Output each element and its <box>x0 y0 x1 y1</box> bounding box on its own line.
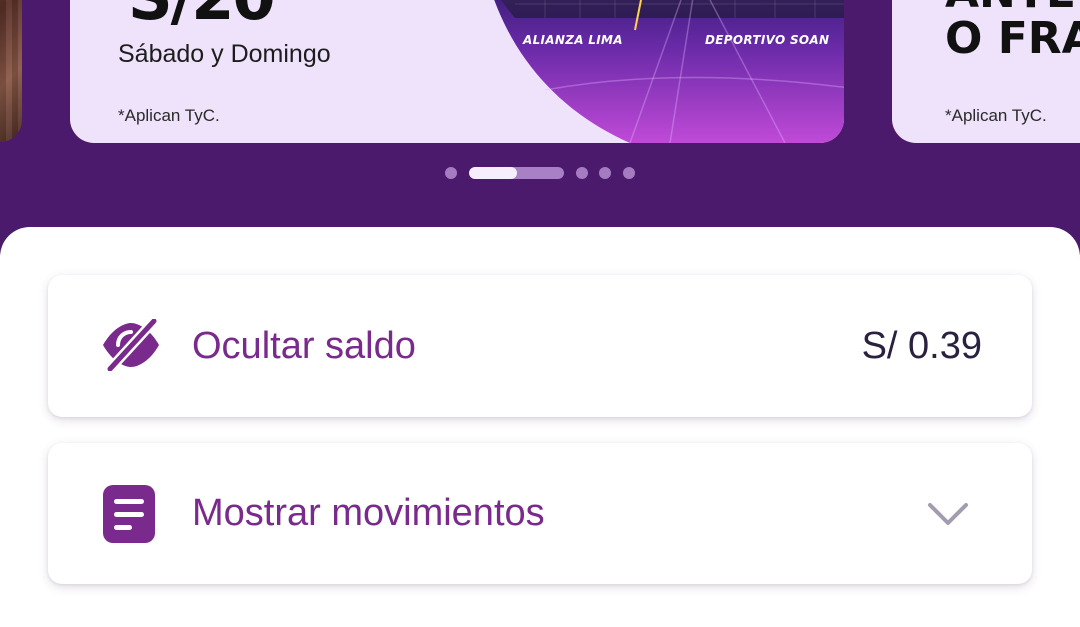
team-right-name: DEPORTIVO SOAN <box>705 33 830 47</box>
promo-card[interactable]: S/20 Sábado y Domingo *Aplican TyC. <box>70 0 844 143</box>
account-sheet: Ocultar saldo S/ 0.39 Mostrar movimiento… <box>0 227 1080 627</box>
promo-terms: *Aplican TyC. <box>118 106 220 125</box>
show-movements-row[interactable]: Mostrar movimientos <box>48 443 1032 584</box>
document-list-icon <box>100 483 158 550</box>
carousel-dot-progress <box>469 167 517 179</box>
balance-amount: S/ 0.39 <box>861 325 982 367</box>
previous-promo-card[interactable] <box>0 0 22 142</box>
promo-carousel[interactable]: S/20 Sábado y Domingo *Aplican TyC. <box>0 0 1080 228</box>
team-left-name: ALIANZA LIMA <box>523 33 623 47</box>
next-promo-card[interactable]: ANTE I O FRAU *Aplican TyC. <box>892 0 1080 143</box>
next-promo-headline: ANTE I O FRAU <box>945 0 1080 64</box>
carousel-dot[interactable] <box>445 167 457 179</box>
carousel-dot[interactable] <box>623 167 635 179</box>
carousel-pagination <box>0 167 1080 179</box>
hide-balance-row[interactable]: Ocultar saldo S/ 0.39 <box>48 275 1032 417</box>
match-visual: 1901 ALIANZA LIMA DEPORTIVO SOAN <box>485 0 844 143</box>
promo-amount: S/20 <box>128 0 276 29</box>
hide-balance-label: Ocultar saldo <box>192 325 416 367</box>
carousel-dot[interactable] <box>599 167 611 179</box>
carousel-dot-active[interactable] <box>469 167 564 179</box>
chevron-down-icon[interactable] <box>926 501 970 532</box>
eye-slash-icon <box>100 316 162 376</box>
promo-days: Sábado y Domingo <box>118 40 331 68</box>
carousel-dot[interactable] <box>576 167 588 179</box>
next-promo-terms: *Aplican TyC. <box>945 106 1047 125</box>
show-movements-label: Mostrar movimientos <box>192 492 545 534</box>
